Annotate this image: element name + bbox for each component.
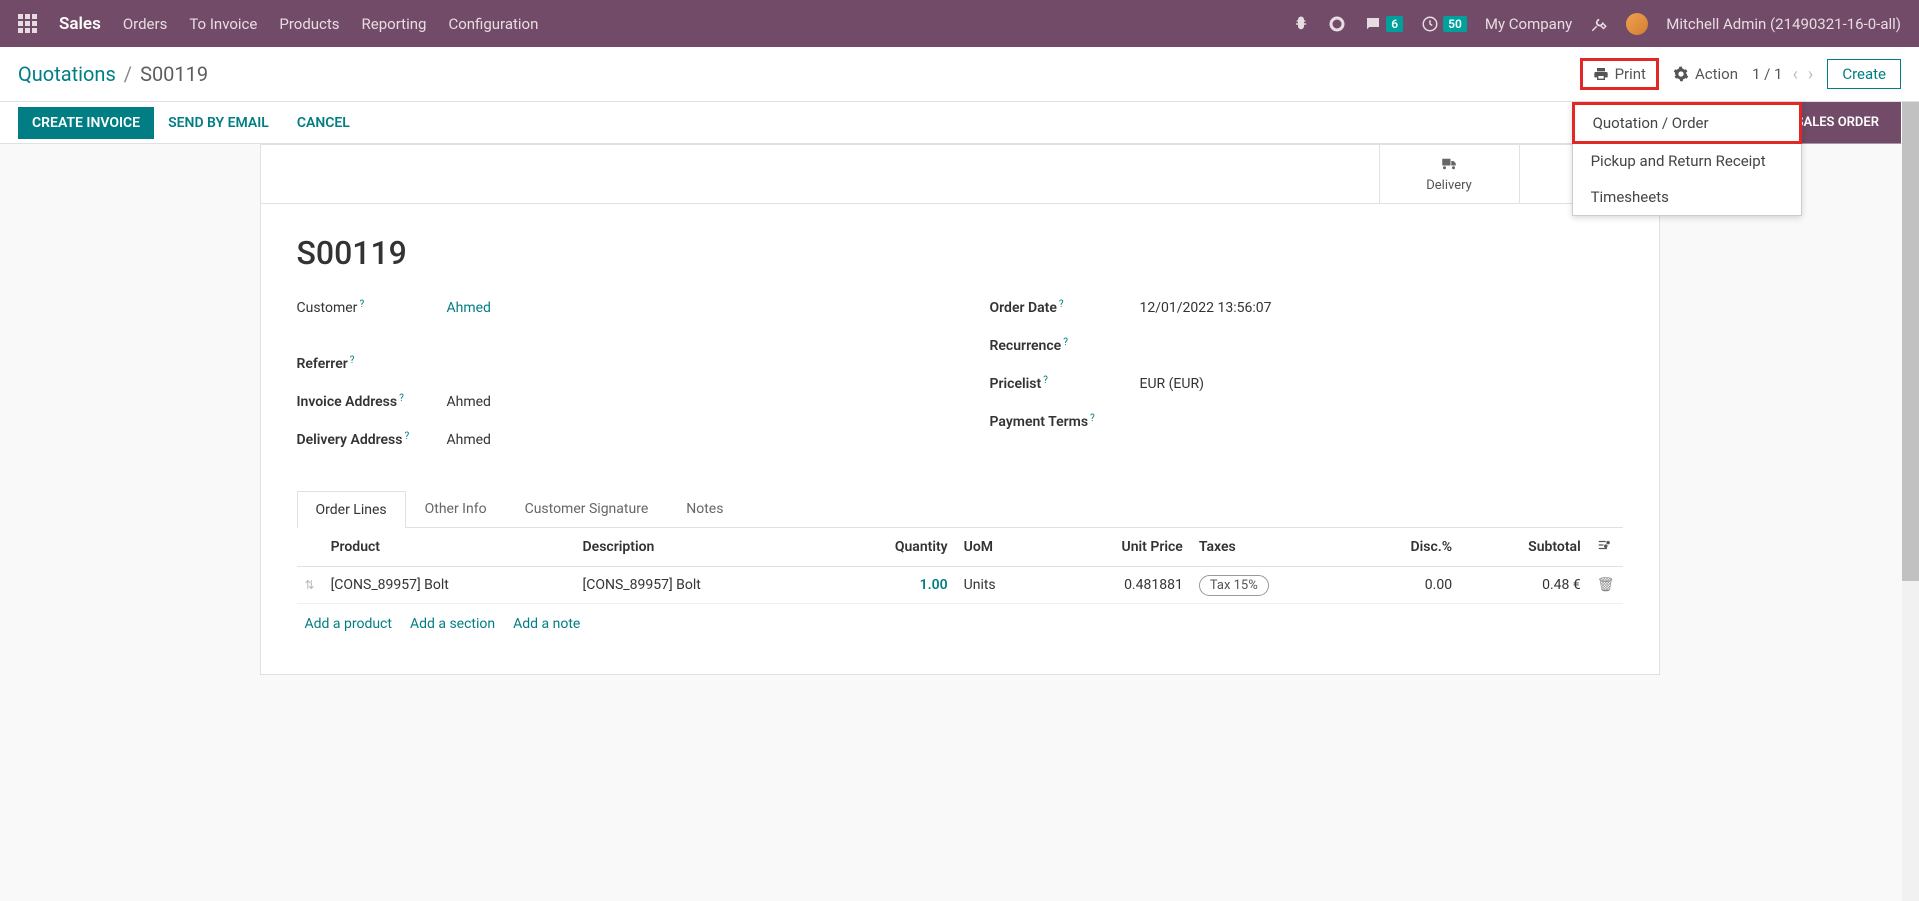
subheader: Quotations / S00119 Print Quotation / Or… xyxy=(0,47,1919,102)
quick-buttons: Delivery omer iew xyxy=(261,145,1659,204)
action-button[interactable]: Action xyxy=(1673,65,1738,83)
cell-description: [CONS_89957] Bolt xyxy=(575,567,827,604)
print-button[interactable]: Print xyxy=(1580,58,1659,90)
topbar: Sales Orders To Invoice Products Reporti… xyxy=(0,0,1919,47)
messages-button[interactable]: 6 xyxy=(1364,15,1403,33)
th-uom: UoM xyxy=(956,528,1046,567)
order-lines-table: Product Description Quantity UoM Unit Pr… xyxy=(297,528,1623,604)
th-product: Product xyxy=(323,528,575,567)
trash-icon[interactable]: 🗑 xyxy=(1597,577,1615,593)
record-title: S00119 xyxy=(297,234,1623,272)
print-icon xyxy=(1593,66,1609,82)
th-description: Description xyxy=(575,528,827,567)
cell-tax: Tax 15% xyxy=(1199,575,1269,596)
pager-text: 1 / 1 xyxy=(1752,65,1783,83)
cell-subtotal: 0.48 € xyxy=(1460,567,1589,604)
col-right: Order Date? 12/01/2022 13:56:07 Recurren… xyxy=(990,300,1623,470)
nav-products[interactable]: Products xyxy=(279,15,339,33)
drag-handle-icon[interactable]: ⇅ xyxy=(305,578,315,592)
cell-product: [CONS_89957] Bolt xyxy=(323,567,575,604)
create-button[interactable]: Create xyxy=(1827,59,1901,89)
cancel-button[interactable]: CANCEL xyxy=(283,107,364,139)
cell-unit-price: 0.481881 xyxy=(1046,567,1191,604)
form-columns: Customer? Ahmed Referrer? Invoice Addres… xyxy=(297,300,1623,470)
customer-label: Customer? xyxy=(297,300,447,316)
create-invoice-button[interactable]: CREATE INVOICE xyxy=(18,107,154,139)
breadcrumb-sep: / xyxy=(124,62,132,86)
nav-configuration[interactable]: Configuration xyxy=(448,15,538,33)
truck-icon xyxy=(1440,155,1458,173)
tab-other-info[interactable]: Other Info xyxy=(406,490,506,527)
tab-customer-signature[interactable]: Customer Signature xyxy=(506,490,668,527)
th-quantity: Quantity xyxy=(827,528,956,567)
invoice-addr-value: Ahmed xyxy=(447,394,491,410)
add-product-link[interactable]: Add a product xyxy=(305,616,392,632)
th-settings[interactable] xyxy=(1589,528,1623,567)
nav-orders[interactable]: Orders xyxy=(123,15,168,33)
delivery-addr-label: Delivery Address? xyxy=(297,432,447,448)
pricelist-value: EUR (EUR) xyxy=(1140,376,1204,392)
referrer-label: Referrer? xyxy=(297,356,447,372)
activities-button[interactable]: 50 xyxy=(1421,15,1467,33)
add-links: Add a product Add a section Add a note xyxy=(297,604,1623,644)
user-name[interactable]: Mitchell Admin (21490321-16-0-all) xyxy=(1666,15,1901,33)
pager-next[interactable]: › xyxy=(1808,64,1813,85)
add-note-link[interactable]: Add a note xyxy=(513,616,580,632)
pager: 1 / 1 ‹ › xyxy=(1752,64,1813,85)
app-name[interactable]: Sales xyxy=(59,14,101,34)
messages-badge: 6 xyxy=(1386,16,1403,32)
invoice-addr-label: Invoice Address? xyxy=(297,394,447,410)
sliders-icon xyxy=(1597,538,1611,552)
delivery-quickbtn[interactable]: Delivery xyxy=(1379,145,1519,203)
avatar[interactable] xyxy=(1626,13,1648,35)
recurrence-label: Recurrence? xyxy=(990,338,1140,354)
tab-order-lines[interactable]: Order Lines xyxy=(297,491,406,528)
payment-terms-label: Payment Terms? xyxy=(990,414,1140,430)
th-unit-price: Unit Price xyxy=(1046,528,1191,567)
clock-icon xyxy=(1421,15,1439,33)
col-left: Customer? Ahmed Referrer? Invoice Addres… xyxy=(297,300,930,470)
chat-icon xyxy=(1364,15,1382,33)
th-taxes: Taxes xyxy=(1191,528,1352,567)
dropdown-pickup-return[interactable]: Pickup and Return Receipt xyxy=(1573,143,1801,179)
topbar-right: 6 50 My Company Mitchell Admin (21490321… xyxy=(1292,13,1901,35)
add-section-link[interactable]: Add a section xyxy=(410,616,495,632)
breadcrumb-current: S00119 xyxy=(140,62,208,86)
delivery-addr-value: Ahmed xyxy=(447,432,491,448)
send-email-button[interactable]: SEND BY EMAIL xyxy=(154,107,283,139)
nav-to-invoice[interactable]: To Invoice xyxy=(189,15,257,33)
th-disc: Disc.% xyxy=(1352,528,1460,567)
activities-badge: 50 xyxy=(1443,16,1467,32)
tabs: Order Lines Other Info Customer Signatur… xyxy=(297,490,1623,528)
cell-quantity: 1.00 xyxy=(920,577,948,593)
tab-notes[interactable]: Notes xyxy=(667,490,742,527)
apps-icon[interactable] xyxy=(18,14,37,33)
th-subtotal: Subtotal xyxy=(1460,528,1589,567)
breadcrumb: Quotations / S00119 xyxy=(18,62,208,86)
cell-uom: Units xyxy=(956,567,1046,604)
dropdown-quotation-order[interactable]: Quotation / Order xyxy=(1572,102,1802,144)
support-icon[interactable] xyxy=(1328,15,1346,33)
breadcrumb-root[interactable]: Quotations xyxy=(18,62,116,86)
topbar-left: Sales Orders To Invoice Products Reporti… xyxy=(18,14,538,34)
company-switcher[interactable]: My Company xyxy=(1485,15,1572,33)
cell-disc: 0.00 xyxy=(1352,567,1460,604)
dropdown-timesheets[interactable]: Timesheets xyxy=(1573,179,1801,215)
table-row[interactable]: ⇅ [CONS_89957] Bolt [CONS_89957] Bolt 1.… xyxy=(297,567,1623,604)
customer-value[interactable]: Ahmed xyxy=(447,300,491,316)
pricelist-label: Pricelist? xyxy=(990,376,1140,392)
gear-icon xyxy=(1673,66,1689,82)
nav-reporting[interactable]: Reporting xyxy=(362,15,427,33)
card-body: S00119 Customer? Ahmed Referrer? Invoice… xyxy=(261,204,1659,674)
pager-prev[interactable]: ‹ xyxy=(1793,64,1798,85)
tools-icon[interactable] xyxy=(1590,15,1608,33)
bug-icon[interactable] xyxy=(1292,15,1310,33)
content: Delivery omer iew S00119 Customer? Ahmed… xyxy=(0,144,1919,693)
print-dropdown: Quotation / Order Pickup and Return Rece… xyxy=(1572,102,1802,216)
subheader-right: Print Quotation / Order Pickup and Retur… xyxy=(1580,58,1901,90)
order-date-label: Order Date? xyxy=(990,300,1140,316)
record-card: Delivery omer iew S00119 Customer? Ahmed… xyxy=(260,144,1660,675)
order-date-value: 12/01/2022 13:56:07 xyxy=(1140,300,1272,316)
